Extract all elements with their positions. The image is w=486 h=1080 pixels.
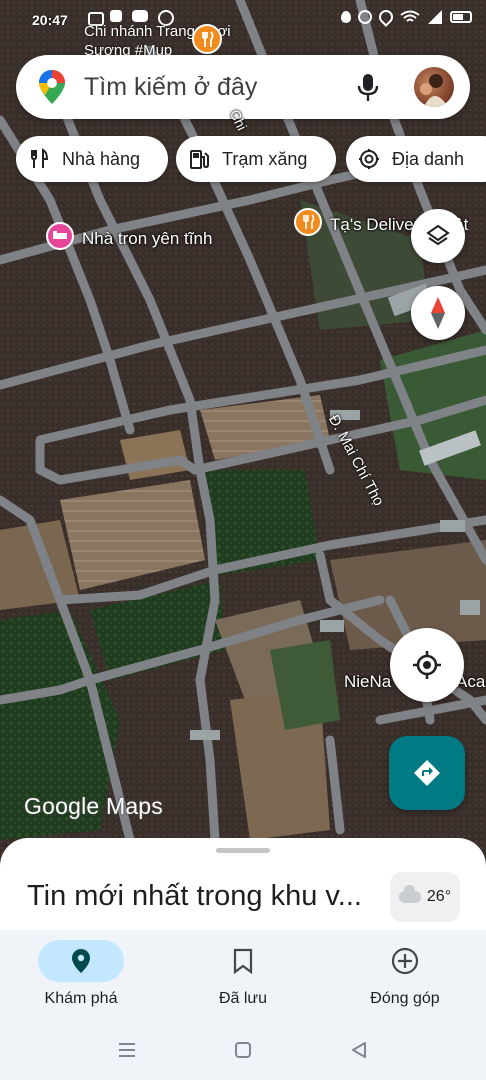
restaurant-pin-icon[interactable] xyxy=(294,208,322,236)
bottom-sheet[interactable]: Tin mới nhất trong khu v... 26° xyxy=(0,838,486,930)
battery-icon xyxy=(450,11,472,23)
youtube-icon xyxy=(132,10,148,22)
my-location-icon xyxy=(413,651,441,679)
signal-icon xyxy=(428,10,442,24)
map-label-hotel[interactable]: Nhà tron yên tĩnh xyxy=(82,229,212,249)
back-icon[interactable] xyxy=(350,1041,368,1059)
directions-button[interactable] xyxy=(389,736,465,810)
messages-icon xyxy=(110,10,122,22)
status-bar: 20:47 xyxy=(0,6,486,32)
weather-temp: 26° xyxy=(426,888,452,905)
layers-icon xyxy=(426,224,450,246)
sheet-title[interactable]: Tin mới nhất trong khu v... xyxy=(27,880,362,913)
map-label-top-prefix: Chi nhánh xyxy=(84,23,153,40)
sheet-drag-handle[interactable] xyxy=(216,848,270,853)
explore-pin-icon xyxy=(72,949,90,973)
layers-button[interactable] xyxy=(411,209,465,263)
nav-contribute[interactable]: Đóng góp xyxy=(324,930,486,1020)
gas-station-icon xyxy=(190,150,209,169)
compass-icon xyxy=(431,297,445,329)
status-time: 20:47 xyxy=(32,12,68,28)
recents-menu-icon[interactable] xyxy=(118,1042,136,1058)
add-circle-icon xyxy=(391,947,419,975)
wifi-icon xyxy=(400,10,420,22)
nav-saved[interactable]: Đã lưu xyxy=(162,930,324,1020)
home-icon[interactable] xyxy=(234,1041,252,1059)
nav-label: Đóng góp xyxy=(370,990,440,1007)
chip-label: Trạm xăng xyxy=(222,148,308,169)
chip-gas-stations[interactable]: Trạm xăng xyxy=(176,136,336,182)
my-location-button[interactable] xyxy=(390,628,464,702)
weather-badge[interactable]: 26° xyxy=(390,872,460,922)
location-icon xyxy=(376,7,396,27)
google-maps-attribution: Google Maps xyxy=(24,793,163,819)
system-navigation-bar xyxy=(0,1020,486,1080)
chip-label: Địa danh xyxy=(392,148,465,169)
bookmark-icon xyxy=(233,948,253,974)
nav-icon-wrap xyxy=(200,940,286,982)
nav-label: Khám phá xyxy=(44,990,118,1007)
cloud-icon xyxy=(398,885,421,903)
chip-restaurants[interactable]: Nhà hàng xyxy=(16,136,168,182)
nav-active-indicator xyxy=(38,940,124,982)
google-maps-pin-icon xyxy=(39,70,65,104)
hotel-pin-icon[interactable] xyxy=(46,222,74,250)
nav-explore[interactable]: Khám phá xyxy=(0,930,162,1020)
search-input[interactable]: Tìm kiếm ở đây xyxy=(84,73,257,102)
restaurant-icon xyxy=(31,148,49,168)
bottom-navigation: Khám phá Đã lưu Đóng góp xyxy=(0,930,486,1020)
landmark-icon xyxy=(359,149,379,169)
directions-icon xyxy=(414,760,440,786)
chip-label: Nhà hàng xyxy=(62,148,141,169)
category-chips: Nhà hàng Trạm xăng Địa danh xyxy=(16,136,486,184)
restaurant-pin-icon[interactable] xyxy=(192,24,222,54)
avatar[interactable] xyxy=(414,67,454,107)
search-bar[interactable]: Tìm kiếm ở đây xyxy=(16,55,470,119)
alarm-icon xyxy=(358,10,372,24)
status-icons xyxy=(341,7,472,27)
data-saver-icon xyxy=(341,11,351,23)
nav-icon-wrap xyxy=(362,940,448,982)
map-label-place[interactable]: NieNa xyxy=(344,672,391,692)
compass-button[interactable] xyxy=(411,286,465,340)
chip-landmarks[interactable]: Địa danh xyxy=(346,136,486,182)
microphone-icon[interactable] xyxy=(356,73,380,103)
nav-label: Đã lưu xyxy=(218,990,268,1007)
